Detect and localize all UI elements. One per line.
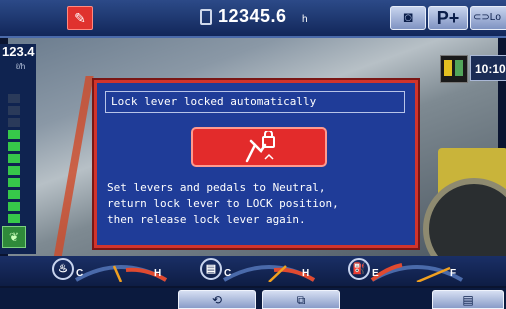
hour-meter-unit: h	[302, 14, 308, 25]
camera-view-button[interactable]: ⧉	[262, 290, 340, 309]
camera-icon[interactable]: ◙	[390, 6, 426, 30]
dialog-message-line: return lock lever to LOCK position,	[107, 197, 339, 210]
eco-bar-segment	[8, 178, 20, 187]
eco-bar-segment	[8, 142, 20, 151]
camera-switch-icon: ⟲	[211, 293, 223, 307]
eco-bar-segment	[8, 154, 20, 163]
camera-view-icon: ⧉	[296, 293, 306, 307]
eco-leaf-icon: ❦	[2, 226, 26, 248]
gauge-max-label: H	[302, 268, 310, 279]
hour-meter-value: 12345.6	[218, 6, 287, 26]
eco-bar-segment	[8, 202, 20, 211]
gauge-min-label: C	[224, 268, 232, 279]
key-lo-button[interactable]: ⊂⊃Lo	[470, 6, 506, 30]
dialog-title: Lock lever locked automatically	[105, 91, 405, 113]
monitor-screen: ✎ 12345.6 h ◙ P+ ⊂⊃Lo 123.4 ℓ/h ❦ 10:10 …	[0, 0, 506, 309]
hydraulic-temp-gauge: ▤ C H	[200, 258, 320, 282]
status-indicator-icon	[440, 55, 468, 83]
hourglass-icon	[200, 9, 212, 25]
dialog-message-line: then release lock lever again.	[107, 213, 306, 226]
menu-button[interactable]: ▤	[432, 290, 504, 309]
gauge-max-label: H	[154, 268, 162, 279]
coolant-temp-gauge: ♨ C H	[52, 258, 172, 282]
camera-switch-button[interactable]: ⟲	[178, 290, 256, 309]
power-plus-button[interactable]: P+	[428, 6, 468, 30]
gauge-min-label: E	[372, 268, 379, 279]
eco-bar-segment	[8, 214, 20, 223]
eco-bar-segment	[8, 94, 20, 103]
gauge-max-label: F	[450, 268, 457, 279]
warning-lock-icon: ✎	[67, 6, 93, 30]
dialog-message-line: Set levers and pedals to Neutral,	[107, 181, 326, 194]
eco-gauge	[8, 94, 20, 226]
camera-scene-streak	[50, 76, 94, 276]
lo-label: Lo	[489, 12, 501, 23]
eco-bar-segment	[8, 118, 20, 127]
top-bar: ✎ 12345.6 h ◙ P+ ⊂⊃Lo	[0, 0, 506, 38]
menu-icon: ▤	[462, 293, 474, 307]
eco-bar-segment	[8, 190, 20, 199]
fuel-gauge: ⛽ E F	[348, 258, 468, 282]
dialog-message: Set levers and pedals to Neutral, return…	[107, 180, 411, 228]
eco-bar-segment	[8, 166, 20, 175]
lock-lever-icon	[191, 127, 327, 167]
eco-bar-segment	[8, 130, 20, 139]
gauge-min-label: C	[76, 268, 84, 279]
fuel-rate-unit: ℓ/h	[16, 62, 26, 71]
key-icon: ⊂⊃	[473, 12, 490, 23]
alert-dialog: Lock lever locked automatically Set leve…	[94, 80, 418, 248]
eco-bar-segment	[8, 106, 20, 115]
fuel-rate-value: 123.4	[2, 44, 35, 59]
clock: 10:10	[470, 55, 506, 81]
